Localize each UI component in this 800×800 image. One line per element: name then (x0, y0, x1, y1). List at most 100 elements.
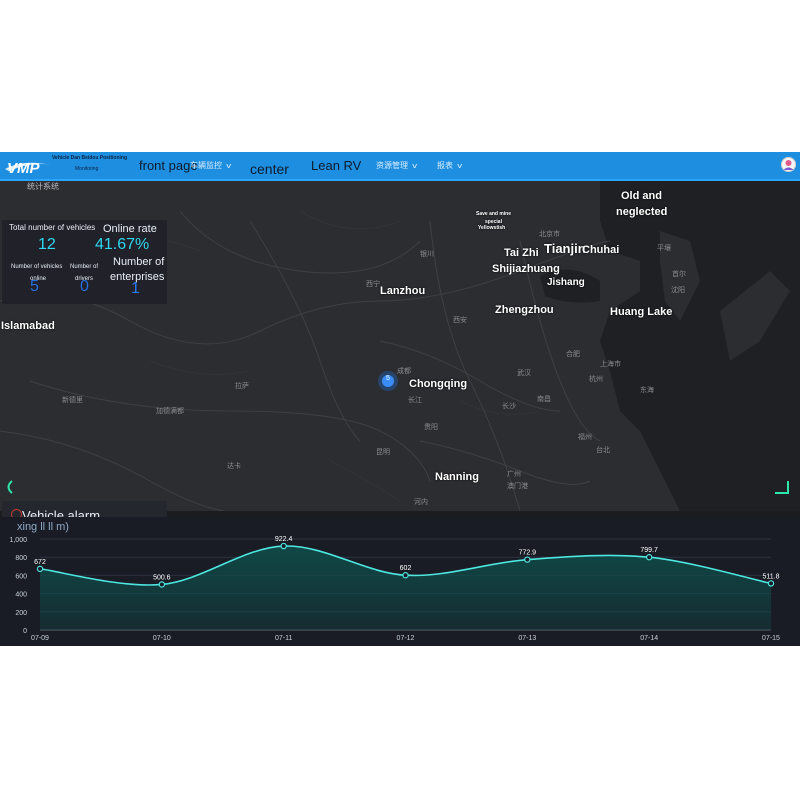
map-city-label: Islamabad (1, 320, 55, 332)
x-tick-label: 07-09 (31, 635, 49, 642)
map-city-label: Zhengzhou (495, 304, 554, 316)
logo-subtitle-2: Monitoring (75, 166, 99, 172)
online-rate-label: Online rate (103, 223, 157, 235)
total-vehicles-value: 12 (38, 236, 56, 253)
stats-panel: Total number of vehicles 12 Online rate … (2, 220, 167, 304)
x-tick-label: 07-10 (153, 635, 171, 642)
data-label: 772.9 (519, 550, 537, 557)
cluster-count: 5 (386, 375, 390, 382)
map-city-label: Old and (621, 190, 662, 202)
drivers-label: Number of (70, 264, 99, 270)
map-city-label: Chuhai (582, 244, 620, 256)
logo-subtitle: Vehicle Dan Beidou Positioning (52, 155, 128, 161)
map-base-label: 新德里 (62, 397, 83, 404)
online-vehicles-label: Number of vehicles (11, 264, 63, 270)
map-base-label: 首尔 (672, 271, 686, 278)
y-tick-label: 0 (23, 628, 27, 635)
user-avatar-icon[interactable] (781, 157, 796, 172)
map-city-label: Yellowstish (478, 225, 506, 231)
y-tick-label: 400 (15, 592, 27, 599)
map-base-label: 武汉 (517, 370, 531, 377)
vehicle-cluster-marker[interactable]: 5 (377, 370, 399, 392)
data-point (767, 580, 775, 587)
map-base-label: 澳门港 (507, 483, 528, 490)
map-view[interactable]: 统计系统 北京市 西宁 银川 西安 成都 长江 武汉 长沙 合肥 上海市 杭州 … (0, 181, 800, 530)
nav-center[interactable]: center (250, 156, 289, 183)
data-point (158, 581, 166, 588)
y-tick-label: 600 (15, 573, 27, 580)
map-city-label: Tianjin (544, 241, 586, 256)
nav-reports[interactable]: 报表 v (437, 152, 462, 179)
data-point (524, 556, 531, 563)
map-base-label: 长沙 (502, 403, 516, 410)
total-vehicles-label: Total number of vehicles (9, 223, 96, 232)
map-city-label: Jishang (547, 277, 585, 288)
map-base-label: 达卡 (227, 463, 241, 470)
map-base-label: 台北 (596, 447, 610, 454)
data-label: 511.8 (763, 573, 780, 580)
chart-title: xing ll ll m) (17, 521, 69, 533)
map-base-label: 南昌 (537, 396, 551, 403)
app-frame: VMP Vehicle Dan Beidou Positioning Monit… (0, 152, 800, 646)
online-vehicles-value: 5 (30, 278, 39, 295)
map-base-label: 西安 (453, 317, 467, 324)
data-label: 922.4 (275, 536, 293, 543)
map-city-label: Save and mine (476, 211, 512, 217)
enterprises-label: Number of (113, 256, 165, 268)
map-city-label: Nanning (435, 471, 479, 483)
map-base-label: 福州 (578, 434, 592, 441)
map-base-label: 上海市 (600, 361, 621, 368)
x-tick-label: 07-13 (518, 635, 536, 642)
data-label: 799.7 (640, 547, 658, 554)
map-base-label: 拉萨 (235, 383, 249, 390)
x-tick-label: 07-15 (762, 635, 780, 642)
map-base-label: 贵阳 (424, 424, 438, 431)
nav-front-page[interactable]: front page (139, 152, 198, 179)
data-label: 672 (34, 559, 46, 566)
map-base-label: 杭州 (589, 376, 603, 383)
top-nav-bar: VMP Vehicle Dan Beidou Positioning Monit… (0, 152, 800, 181)
data-label: 500.6 (153, 574, 171, 581)
data-point (280, 542, 287, 550)
svg-text:VMP: VMP (7, 160, 41, 177)
map-base-label: 广州 (507, 471, 521, 478)
map-base-label: 加德满都 (156, 408, 184, 415)
enterprises-value: 1 (131, 280, 140, 297)
map-city-label: Huang Lake (610, 306, 673, 318)
chevron-down-icon: v (457, 163, 463, 170)
map-base-label: 成都 (397, 368, 411, 375)
map-base-label: 西宁 (366, 281, 380, 288)
map-base-label: 东海 (640, 387, 654, 394)
data-point (402, 572, 409, 579)
vmp-logo[interactable]: VMP (3, 155, 53, 177)
y-tick-label: 1,000 (9, 537, 27, 544)
data-point (36, 565, 44, 573)
map-base-label: 河内 (414, 499, 428, 506)
map-base-label: 银川 (420, 251, 434, 258)
x-tick-label: 07-14 (640, 635, 658, 642)
online-rate-value: 41.67% (95, 236, 150, 253)
drivers-value: 0 (80, 278, 89, 295)
map-city-label: neglected (616, 206, 668, 218)
y-tick-label: 200 (15, 610, 27, 617)
map-city-label: Tai Zhi (504, 247, 539, 259)
map-corner-label: 统计系统 (27, 182, 59, 191)
chevron-down-icon: v (226, 163, 232, 170)
chevron-down-icon: v (412, 163, 418, 170)
nav-lean-rv[interactable]: Lean RV (311, 152, 361, 179)
map-city-label: Chongqing (409, 378, 468, 390)
map-city-label: Shijiazhuang (492, 263, 560, 275)
nav-vehicle-monitoring[interactable]: 车辆监控 v (190, 152, 231, 179)
data-point (645, 554, 653, 561)
nav-resource-management[interactable]: 资源管理 v (376, 152, 417, 179)
data-label: 602 (400, 565, 412, 572)
map-city-label: Lanzhou (380, 285, 426, 297)
map-base-label: 北京市 (539, 231, 560, 238)
map-base-label: 长江 (408, 397, 422, 404)
map-base-label: 合肥 (566, 351, 580, 358)
trend-chart: 0 200 400 600 800 1,000 672 07-09 500.6 07-10 922.… (9, 536, 780, 642)
y-tick-label: 800 (15, 555, 27, 562)
map-base-label: 平壤 (657, 245, 671, 252)
map-base-label: 昆明 (376, 449, 390, 456)
x-tick-label: 07-11 (275, 635, 292, 642)
